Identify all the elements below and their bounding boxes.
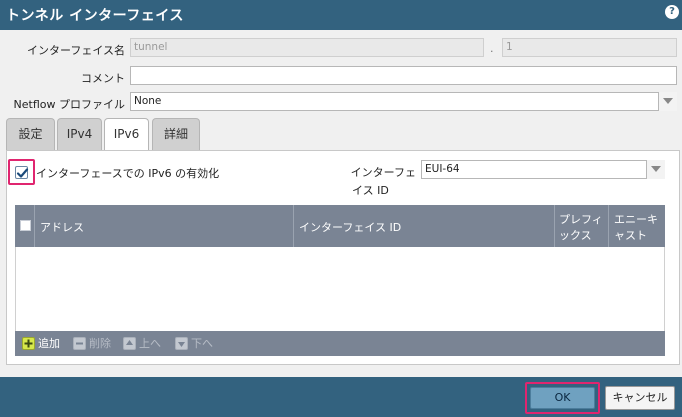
- arrow-down-icon: [175, 337, 188, 350]
- interface-id-value: EUI-64: [425, 163, 460, 175]
- column-address[interactable]: アドレス: [35, 205, 294, 247]
- comment-label: コメント: [81, 72, 125, 85]
- address-table-body: [15, 247, 665, 331]
- column-prefix[interactable]: プレフィ ックス: [555, 205, 609, 247]
- netflow-profile-select[interactable]: None: [130, 92, 677, 111]
- interface-id-select[interactable]: EUI-64: [421, 160, 665, 179]
- chevron-down-icon[interactable]: [646, 160, 665, 179]
- address-table-header: アドレス インターフェイス ID プレフィ ックス エニーキ ャスト: [15, 205, 665, 247]
- interface-id-label-line2: イス ID: [352, 184, 389, 197]
- minus-icon: [73, 337, 86, 350]
- plus-icon: [22, 337, 35, 350]
- netflow-profile-value: None: [134, 95, 162, 107]
- column-prefix-label-line2: ックス: [559, 229, 592, 242]
- cancel-button[interactable]: キャンセル: [605, 386, 675, 410]
- column-address-label: アドレス: [40, 221, 84, 234]
- move-down-button-label: 下へ: [191, 337, 213, 350]
- netflow-profile-label: Netflow プロファイル: [13, 98, 125, 111]
- name-separator: .: [490, 42, 494, 55]
- subinterface-number-input: 1: [502, 38, 677, 57]
- interface-name-input: tunnel: [130, 38, 484, 57]
- column-prefix-label-line1: プレフィ: [559, 213, 603, 226]
- column-interface-id-label: インターフェイス ID: [299, 221, 402, 234]
- column-anycast-label-line1: エニーキ: [614, 213, 658, 226]
- tab-settings[interactable]: 設定: [6, 118, 55, 150]
- enable-ipv6-label: インターフェースでの IPv6 の有効化: [36, 167, 220, 180]
- help-icon[interactable]: ?: [665, 5, 679, 19]
- tab-ipv4[interactable]: IPv4: [57, 118, 102, 150]
- address-table-toolbar: 追加 削除 上へ 下へ: [15, 331, 665, 356]
- column-interface-id[interactable]: インターフェイス ID: [294, 205, 555, 247]
- arrow-up-icon: [123, 337, 136, 350]
- interface-name-label: インターフェイス名: [26, 44, 125, 57]
- tab-ipv6[interactable]: IPv6: [104, 118, 149, 151]
- ok-button[interactable]: OK: [530, 387, 595, 409]
- dialog-titlebar: トンネル インターフェイス ?: [0, 0, 682, 30]
- checkmark-icon: [16, 168, 29, 178]
- interface-id-label-line1: インターフェ: [350, 166, 416, 179]
- move-up-button-label: 上へ: [139, 337, 161, 350]
- chevron-down-icon[interactable]: [658, 92, 677, 111]
- tab-advanced[interactable]: 詳細: [152, 118, 200, 150]
- enable-ipv6-checkbox[interactable]: [15, 166, 29, 179]
- column-anycast-label-line2: ャスト: [614, 229, 647, 242]
- ok-button-highlight: OK: [525, 382, 600, 414]
- column-anycast[interactable]: エニーキ ャスト: [609, 205, 665, 247]
- comment-input[interactable]: [130, 66, 677, 85]
- dialog-title: トンネル インターフェイス: [6, 8, 184, 24]
- select-all-checkbox[interactable]: [20, 220, 31, 231]
- interface-id-label: インターフェ イス ID: [348, 164, 416, 200]
- select-all-column: [15, 205, 35, 247]
- enable-ipv6-highlight: [8, 159, 35, 185]
- delete-button-label: 削除: [89, 337, 111, 350]
- add-button-label: 追加: [38, 337, 60, 350]
